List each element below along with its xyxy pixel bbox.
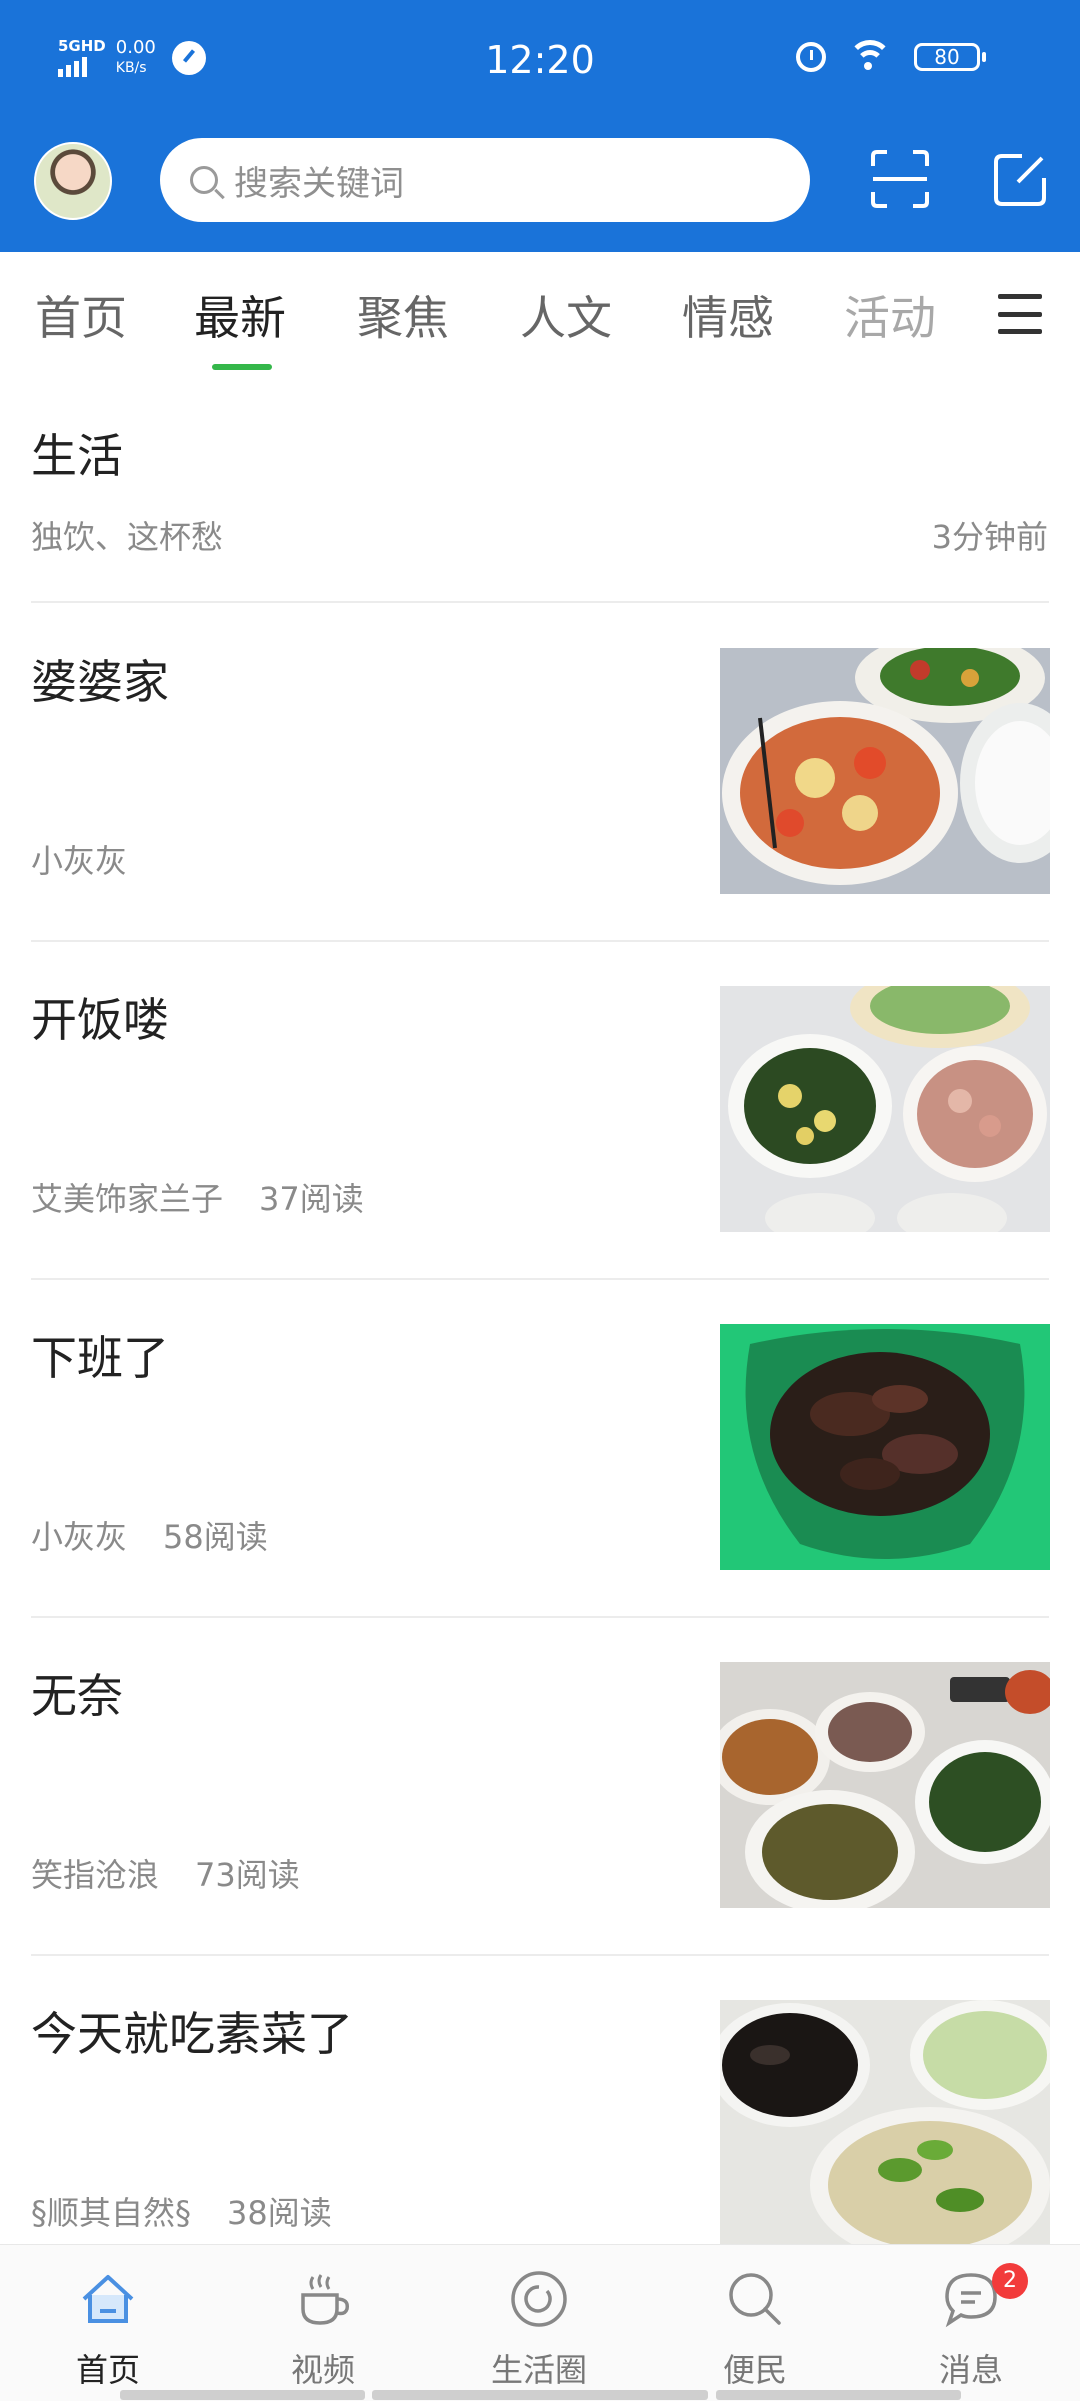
article-reads: 37阅读 [259, 1180, 364, 1218]
list-item[interactable]: 今天就吃素菜了 §顺其自然§ 38阅读 [0, 1954, 1080, 2292]
message-badge: 2 [992, 2263, 1028, 2299]
tabbar-label: 首页 [75, 2351, 140, 2389]
list-item[interactable]: 无奈 笑指沧浪 73阅读 [0, 1616, 1080, 1954]
tabbar-label: 消息 [938, 2351, 1003, 2389]
tabbar-label: 视频 [290, 2351, 355, 2389]
category-tabs: 首页 最新 聚焦 人文 情感 活动 [0, 252, 1080, 376]
article-title: 下班了 [31, 1331, 169, 1385]
list-item[interactable]: 婆婆家 小灰灰 [0, 602, 1080, 940]
list-item[interactable]: 生活 独饮、这杯愁 3分钟前 [0, 376, 1080, 602]
gesture-bar [716, 2390, 961, 2400]
article-reads: 38阅读 [227, 2194, 332, 2232]
tab-home[interactable]: 首页 [35, 282, 127, 348]
tab-humanities[interactable]: 人文 [520, 282, 612, 348]
article-title: 今天就吃素菜了 [31, 2007, 353, 2061]
article-author: 小灰灰 [31, 842, 128, 880]
gesture-bar [372, 2390, 708, 2400]
article-thumbnail [720, 1324, 1050, 1570]
wifi-icon [848, 40, 892, 74]
article-title: 开饭喽 [31, 993, 169, 1047]
article-title: 无奈 [31, 1669, 123, 1723]
edit-icon[interactable] [992, 150, 1050, 208]
article-author: 艾美饰家兰子 [31, 1180, 224, 1218]
search-icon [190, 166, 218, 194]
status-bar: 5GHD 0.00 KB/s 12:20 80 [0, 0, 1080, 130]
search-bar[interactable]: 搜索关键词 [160, 138, 810, 222]
battery-level: 80 [934, 45, 960, 69]
menu-icon[interactable] [998, 294, 1042, 334]
article-title: 婆婆家 [31, 655, 169, 709]
tabbar-item-messages[interactable]: 2 消息 [896, 2245, 1046, 2401]
article-author: 小灰灰 [31, 1518, 128, 1556]
scan-icon[interactable] [869, 148, 931, 210]
article-reads: 73阅读 [195, 1856, 300, 1894]
article-reads: 58阅读 [163, 1518, 268, 1556]
tab-latest[interactable]: 最新 [194, 282, 286, 348]
list-item[interactable]: 下班了 小灰灰 58阅读 [0, 1278, 1080, 1616]
user-avatar[interactable] [34, 142, 112, 220]
alarm-icon [796, 42, 826, 72]
circle-icon [511, 2271, 567, 2327]
article-meta: 小灰灰 [31, 836, 127, 882]
article-thumbnail [720, 648, 1050, 894]
article-meta: §顺其自然§ 38阅读 [31, 2188, 332, 2234]
article-meta: 艾美饰家兰子 37阅读 [31, 1174, 364, 1220]
article-thumbnail [720, 1662, 1050, 1908]
tabbar-item-convenience[interactable]: 便民 [680, 2245, 830, 2401]
post-title: 生活 [31, 429, 123, 483]
app-header: 5GHD 0.00 KB/s 12:20 80 搜索关键词 [0, 0, 1080, 252]
bottom-tab-bar: 首页 视频 生活圈 便民 2 消息 [0, 2244, 1080, 2401]
battery-icon: 80 [914, 43, 986, 71]
search-icon [729, 2273, 781, 2325]
tab-emotion[interactable]: 情感 [682, 282, 774, 348]
article-thumbnail [720, 986, 1050, 1232]
article-author: 笑指沧浪 [31, 1856, 160, 1894]
gesture-bar [120, 2390, 365, 2400]
tabbar-label: 便民 [722, 2351, 787, 2389]
article-meta: 笑指沧浪 73阅读 [31, 1850, 300, 1896]
tabbar-item-home[interactable]: 首页 [33, 2245, 183, 2401]
tabbar-label: 生活圈 [490, 2351, 587, 2389]
post-time: 3分钟前 [931, 518, 1048, 556]
article-meta: 小灰灰 58阅读 [31, 1512, 268, 1558]
tabbar-item-life-circle[interactable]: 生活圈 [464, 2245, 614, 2401]
article-thumbnail [720, 2000, 1050, 2246]
coffee-cup-icon [301, 2274, 350, 2325]
article-author: §顺其自然§ [31, 2194, 192, 2232]
active-tab-indicator [212, 364, 272, 370]
tab-activity[interactable]: 活动 [844, 282, 936, 348]
post-author: 独饮、这杯愁 [31, 518, 224, 556]
tabbar-item-video[interactable]: 视频 [248, 2245, 398, 2401]
search-placeholder: 搜索关键词 [234, 163, 404, 204]
home-icon [82, 2275, 134, 2323]
list-item[interactable]: 开饭喽 艾美饰家兰子 37阅读 [0, 940, 1080, 1278]
tab-focus[interactable]: 聚焦 [357, 282, 449, 348]
